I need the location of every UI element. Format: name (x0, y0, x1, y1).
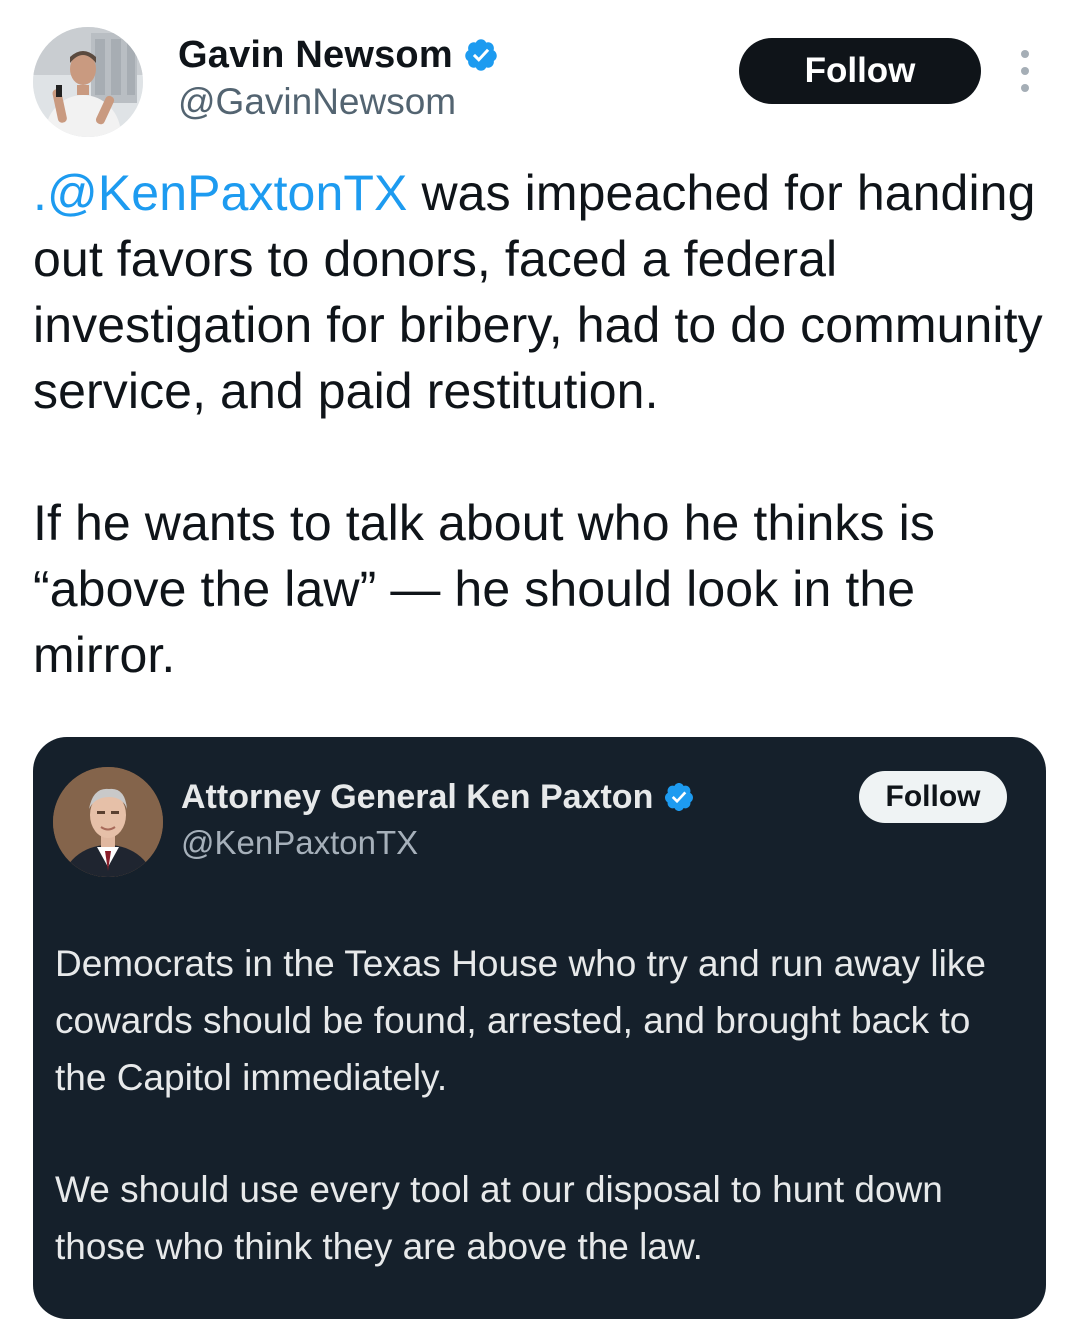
quoted-follow-button[interactable]: Follow (859, 771, 1007, 823)
tweet-paragraph-2: If he wants to talk about who he thinks … (33, 495, 935, 683)
quoted-author-handle[interactable]: @KenPaxtonTX (181, 824, 418, 862)
author-display-name[interactable]: Gavin Newsom (178, 34, 453, 77)
verified-badge-icon (465, 39, 497, 71)
tweet-text: .@KenPaxtonTX was impeached for handing … (33, 160, 1043, 688)
more-dot (1021, 84, 1029, 92)
quoted-verified-badge-icon (665, 783, 694, 811)
quoted-avatar-photo (53, 767, 163, 877)
tweet-paragraph-1: .@KenPaxtonTX was impeached for handing … (33, 160, 1043, 424)
quoted-author-name-row: Attorney General Ken Paxton (181, 773, 695, 821)
quoted-tweet-text: Democrats in the Texas House who try and… (55, 935, 1015, 1275)
author-avatar[interactable] (33, 27, 143, 137)
quoted-author-avatar[interactable] (53, 767, 163, 877)
author-name-row: Gavin Newsom (178, 30, 499, 80)
quoted-author-display-name[interactable]: Attorney General Ken Paxton (181, 778, 653, 817)
quoted-tweet-card[interactable]: Attorney General Ken Paxton @KenPaxtonTX… (33, 737, 1046, 1319)
author-handle[interactable]: @GavinNewsom (178, 81, 456, 123)
quoted-paragraph-1: Democrats in the Texas House who try and… (55, 943, 986, 1098)
quoted-paragraph-2: We should use every tool at our disposal… (55, 1169, 943, 1267)
more-vertical-icon[interactable] (1008, 50, 1042, 92)
mention-link[interactable]: .@KenPaxtonTX (33, 165, 407, 221)
more-dot (1021, 50, 1029, 58)
more-dot (1021, 67, 1029, 75)
tweet: Gavin Newsom @GavinNewsom Follow .@KenPa… (0, 0, 1079, 1344)
author-avatar-photo (33, 27, 143, 137)
follow-button[interactable]: Follow (739, 38, 981, 104)
